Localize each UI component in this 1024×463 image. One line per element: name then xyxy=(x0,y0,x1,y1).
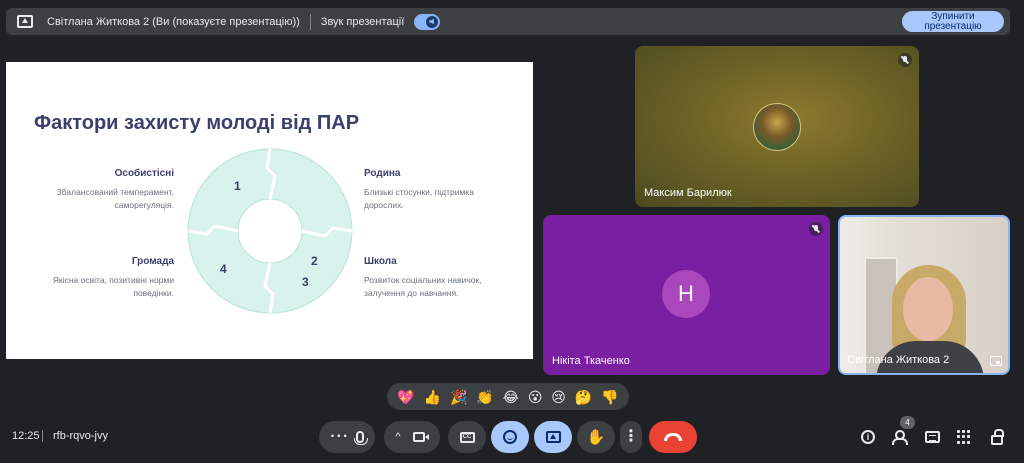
divider xyxy=(42,430,43,442)
host-controls-button[interactable] xyxy=(988,428,1006,446)
camera-controls-group[interactable]: ^ xyxy=(384,421,440,453)
avatar xyxy=(753,103,801,151)
apps-grid-icon xyxy=(957,430,971,444)
factor-heading: Громада xyxy=(131,256,174,267)
mic-off-icon xyxy=(898,53,912,67)
presenting-bar: Світлана Житкова 2 (Ви (показуєте презен… xyxy=(6,8,1010,35)
reaction-sad[interactable]: 😢 xyxy=(551,390,566,404)
presentation-sound-toggle[interactable] xyxy=(414,13,441,30)
more-audio-options-icon[interactable]: ··· xyxy=(330,429,349,445)
captions-icon: CC xyxy=(459,431,475,443)
factor-text: поведінки. xyxy=(133,288,174,298)
reaction-thumbs-down[interactable]: 👎 xyxy=(601,390,618,404)
people-button[interactable] xyxy=(891,428,909,446)
picture-in-picture-icon[interactable] xyxy=(990,356,1002,366)
speaker-icon xyxy=(426,15,439,28)
reaction-party[interactable]: 🎉 xyxy=(450,390,467,404)
more-options-button[interactable]: ⋮ xyxy=(620,421,642,453)
captions-button[interactable]: CC xyxy=(448,421,486,453)
segment-number-2: 2 xyxy=(311,254,318,268)
reactions-button[interactable] xyxy=(491,421,529,453)
factor-text: Розвиток соціальних навичок, xyxy=(364,275,482,285)
audio-controls-group: ··· xyxy=(319,421,375,453)
factor-text: дорослих. xyxy=(364,200,404,210)
present-screen-icon xyxy=(17,15,33,28)
participant-tile-self[interactable]: Світлана Житкова 2 xyxy=(838,215,1010,375)
more-vert-icon: ⋮ xyxy=(623,428,639,445)
factor-text: Близькі стосунки, підтримка xyxy=(364,187,474,197)
reaction-heart[interactable]: 💖 xyxy=(397,390,414,404)
microphone-icon[interactable] xyxy=(353,431,368,445)
participant-tile-maksym[interactable]: Максим Барилюк xyxy=(635,46,919,207)
participant-tile-nikita[interactable]: H Нікіта Ткаченко xyxy=(543,215,830,375)
ring-hole xyxy=(237,198,303,264)
reaction-thumbs-up[interactable]: 👍 xyxy=(424,390,441,404)
stop-presenting-button[interactable]: Зупинити презентацію xyxy=(902,11,1004,32)
slide-title: Фактори захисту молоді від ПАР xyxy=(34,112,360,134)
factor-text: залучення до навчання. xyxy=(364,288,459,298)
avatar: H xyxy=(662,270,710,318)
meeting-code: rfb-rqvo-jvy xyxy=(53,430,109,442)
camera-icon xyxy=(412,432,425,442)
segment-number-4: 4 xyxy=(220,262,227,276)
reactions-bar: 💖 👍 🎉 👏 😂 😮 😢 🤔 👎 xyxy=(387,383,629,410)
factor-heading: Родина xyxy=(364,168,401,179)
reaction-surprised[interactable]: 😮 xyxy=(528,390,543,404)
people-count-badge: 4 xyxy=(900,416,915,429)
factors-ring-diagram: 1 2 3 4 xyxy=(187,148,353,314)
activities-button[interactable] xyxy=(955,428,973,446)
present-screen-icon xyxy=(545,431,561,443)
reaction-laugh[interactable]: 😂 xyxy=(503,390,519,404)
factor-heading: Школа xyxy=(364,256,397,267)
meeting-details-button[interactable]: i xyxy=(859,428,877,446)
factor-text: Збалансований темперамент, xyxy=(56,187,174,197)
lock-icon xyxy=(991,428,1004,445)
chat-button[interactable] xyxy=(923,428,941,446)
present-now-button[interactable] xyxy=(534,421,572,453)
reaction-clap[interactable]: 👏 xyxy=(476,390,493,404)
factor-text: Якісна освіта, позитивні норми xyxy=(52,275,174,285)
chevron-up-icon[interactable]: ^ xyxy=(395,431,400,443)
leave-call-button[interactable] xyxy=(649,421,697,453)
presentation-sound-label: Звук презентації xyxy=(320,15,405,28)
stop-presenting-label-line2: презентацію xyxy=(924,21,982,32)
participant-name: Максим Барилюк xyxy=(644,187,732,199)
participant-name: Нікіта Ткаченко xyxy=(552,355,630,367)
presenter-status-text: Світлана Житкова 2 (Ви (показуєте презен… xyxy=(47,15,300,28)
factor-heading: Особистісні xyxy=(114,168,174,179)
factor-family: Родина Близькі стосунки, підтримка дорос… xyxy=(364,167,524,212)
segment-number-1: 1 xyxy=(234,179,241,193)
factor-community: Громада Якісна освіта, позитивні норми п… xyxy=(14,255,174,300)
current-time: 12:25 xyxy=(12,430,40,442)
participant-name: Світлана Житкова 2 xyxy=(847,354,950,366)
raise-hand-icon: ✋ xyxy=(586,428,606,446)
emoji-icon xyxy=(503,430,517,444)
presentation-slide: Фактори захисту молоді від ПАР Особистіс… xyxy=(6,62,533,359)
divider xyxy=(309,13,311,30)
factor-personal: Особистісні Збалансований темперамент, с… xyxy=(14,167,174,212)
segment-number-3: 3 xyxy=(302,275,309,289)
info-icon: i xyxy=(861,430,875,444)
mic-off-icon xyxy=(809,222,823,236)
people-icon xyxy=(892,430,908,445)
factor-text: саморегуляція. xyxy=(114,200,174,210)
chat-icon xyxy=(924,431,940,443)
reaction-thinking[interactable]: 🤔 xyxy=(575,390,592,404)
factor-school: Школа Розвиток соціальних навичок, залуч… xyxy=(364,255,524,300)
video-person-face xyxy=(903,277,953,341)
raise-hand-button[interactable]: ✋ xyxy=(577,421,615,453)
end-call-icon xyxy=(664,433,682,441)
